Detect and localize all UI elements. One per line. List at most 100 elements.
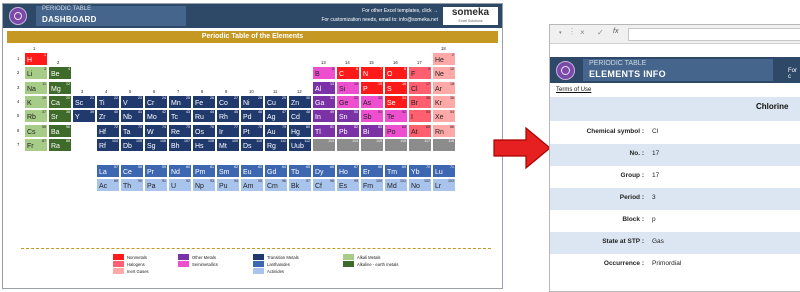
element-cell[interactable]: 116	[384, 137, 408, 152]
element-cell[interactable]: 38 Sr	[48, 109, 72, 124]
element-cell[interactable]: 87 Fr	[24, 137, 48, 152]
element-cell[interactable]: 17 Cl	[408, 80, 432, 95]
element-cell[interactable]: 6C	[336, 66, 360, 81]
element-cell[interactable]: 97 Bk	[288, 178, 312, 193]
element-cell[interactable]: 41 Nb	[120, 109, 144, 124]
element-cell[interactable]: 111 Rg	[264, 137, 288, 152]
element-cell[interactable]: 84 Po	[384, 123, 408, 138]
element-cell[interactable]: 54 Xe	[432, 109, 456, 124]
element-cell[interactable]: 88 Ra	[48, 137, 72, 152]
element-cell[interactable]: 44 Ru	[192, 109, 216, 124]
element-cell[interactable]: 114	[336, 137, 360, 152]
element-cell[interactable]: 86 Rn	[432, 123, 456, 138]
element-cell[interactable]: 55 Cs	[24, 123, 48, 138]
element-cell[interactable]: 89 Ac	[96, 178, 120, 193]
element-cell[interactable]: 14 Si	[336, 80, 360, 95]
element-cell[interactable]: 70 Yb	[408, 164, 432, 179]
element-cell[interactable]: 61 Pm	[192, 164, 216, 179]
element-cell[interactable]: 118	[432, 137, 456, 152]
element-cell[interactable]: 19 K	[24, 94, 48, 109]
element-cell[interactable]: 65 Tb	[288, 164, 312, 179]
element-cell[interactable]: 112 Uub	[288, 137, 312, 152]
element-cell[interactable]: 117	[408, 137, 432, 152]
element-cell[interactable]: 9F	[408, 66, 432, 81]
element-cell[interactable]: 79 Au	[264, 123, 288, 138]
element-cell[interactable]: 85 At	[408, 123, 432, 138]
element-cell[interactable]: 77 Ir	[216, 123, 240, 138]
element-cell[interactable]: 12 Mg	[48, 80, 72, 95]
element-cell[interactable]: 81 Tl	[312, 123, 336, 138]
element-cell[interactable]: 93 Np	[192, 178, 216, 193]
element-cell[interactable]: 29 Cu	[264, 94, 288, 109]
element-cell[interactable]: 74 W	[144, 123, 168, 138]
element-cell[interactable]: 59 Pr	[144, 164, 168, 179]
element-cell[interactable]: 49 In	[312, 109, 336, 124]
element-cell[interactable]: 60 Nd	[168, 164, 192, 179]
element-cell[interactable]: 105 Db	[120, 137, 144, 152]
element-cell[interactable]: 68 Er	[360, 164, 384, 179]
element-cell[interactable]: 43 Tc	[168, 109, 192, 124]
element-cell[interactable]: 104 Rf	[96, 137, 120, 152]
element-cell[interactable]: 72 Hf	[96, 123, 120, 138]
element-cell[interactable]: 110 Ds	[240, 137, 264, 152]
element-cell[interactable]: 32 Ge	[336, 94, 360, 109]
element-cell[interactable]: 76 Os	[192, 123, 216, 138]
element-cell[interactable]: 25 Mn	[168, 94, 192, 109]
element-cell[interactable]: 11 Na	[24, 80, 48, 95]
element-cell[interactable]: 99 Es	[336, 178, 360, 193]
element-cell[interactable]: 106 Sg	[144, 137, 168, 152]
element-cell[interactable]: 56 Ba	[48, 123, 72, 138]
element-cell[interactable]: 109 Mt	[216, 137, 240, 152]
element-cell[interactable]: 20 Ca	[48, 94, 72, 109]
element-cell[interactable]: 48 Cd	[288, 109, 312, 124]
element-cell[interactable]: 7N	[360, 66, 384, 81]
element-cell[interactable]: 45 Rh	[216, 109, 240, 124]
cancel-icon[interactable]: ×	[580, 28, 585, 37]
element-cell[interactable]: 37 Rb	[24, 109, 48, 124]
element-cell[interactable]: 75 Re	[168, 123, 192, 138]
element-cell[interactable]: 103 Lr	[432, 178, 456, 193]
insert-function-icon[interactable]: fx	[613, 28, 618, 35]
element-cell[interactable]: 30 Zn	[288, 94, 312, 109]
element-cell[interactable]: 13 Al	[312, 80, 336, 95]
element-cell[interactable]: 18 Ar	[432, 80, 456, 95]
element-cell[interactable]: 66 Dy	[312, 164, 336, 179]
element-cell[interactable]: 67 Ho	[336, 164, 360, 179]
element-cell[interactable]: 51 Sb	[360, 109, 384, 124]
element-cell[interactable]: 2 He	[432, 52, 456, 66]
element-cell[interactable]: 36 Kr	[432, 94, 456, 109]
element-cell[interactable]: 95 Am	[240, 178, 264, 193]
element-cell[interactable]: 73 Ta	[120, 123, 144, 138]
element-cell[interactable]: 90 Th	[120, 178, 144, 193]
element-cell[interactable]: 64 Gd	[264, 164, 288, 179]
element-cell[interactable]: 57 La	[96, 164, 120, 179]
terms-of-use-link[interactable]: Terms of Use	[556, 87, 591, 93]
element-cell[interactable]: 40 Zr	[96, 109, 120, 124]
element-cell[interactable]: 8O	[384, 66, 408, 81]
element-cell[interactable]: 26 Fe	[192, 94, 216, 109]
name-box-dropdown-icon[interactable]: ▾	[559, 30, 562, 36]
element-cell[interactable]: 1H	[24, 52, 48, 66]
element-cell[interactable]: 53 I	[408, 109, 432, 124]
element-cell[interactable]: 22 Ti	[96, 94, 120, 109]
element-cell[interactable]: 63 Eu	[240, 164, 264, 179]
element-cell[interactable]: 28 Ni	[240, 94, 264, 109]
element-cell[interactable]: 31 Ga	[312, 94, 336, 109]
element-cell[interactable]: 115	[360, 137, 384, 152]
element-cell[interactable]: 102 No	[408, 178, 432, 193]
element-cell[interactable]: 101 Md	[384, 178, 408, 193]
element-cell[interactable]: 39 Y	[72, 109, 96, 124]
element-cell[interactable]: 34 Se	[384, 94, 408, 109]
element-cell[interactable]: 58 Ce	[120, 164, 144, 179]
element-cell[interactable]: 4 Be	[48, 66, 72, 81]
element-cell[interactable]: 50 Sn	[336, 109, 360, 124]
element-cell[interactable]: 52 Te	[384, 109, 408, 124]
element-cell[interactable]: 3 Li	[24, 66, 48, 81]
element-cell[interactable]: 47 Ag	[264, 109, 288, 124]
element-cell[interactable]: 113	[312, 137, 336, 152]
element-cell[interactable]: 15 P	[360, 80, 384, 95]
element-cell[interactable]: 107 Bh	[168, 137, 192, 152]
element-cell[interactable]: 62 Sm	[216, 164, 240, 179]
element-cell[interactable]: 108 Hs	[192, 137, 216, 152]
element-cell[interactable]: 10 Ne	[432, 66, 456, 81]
